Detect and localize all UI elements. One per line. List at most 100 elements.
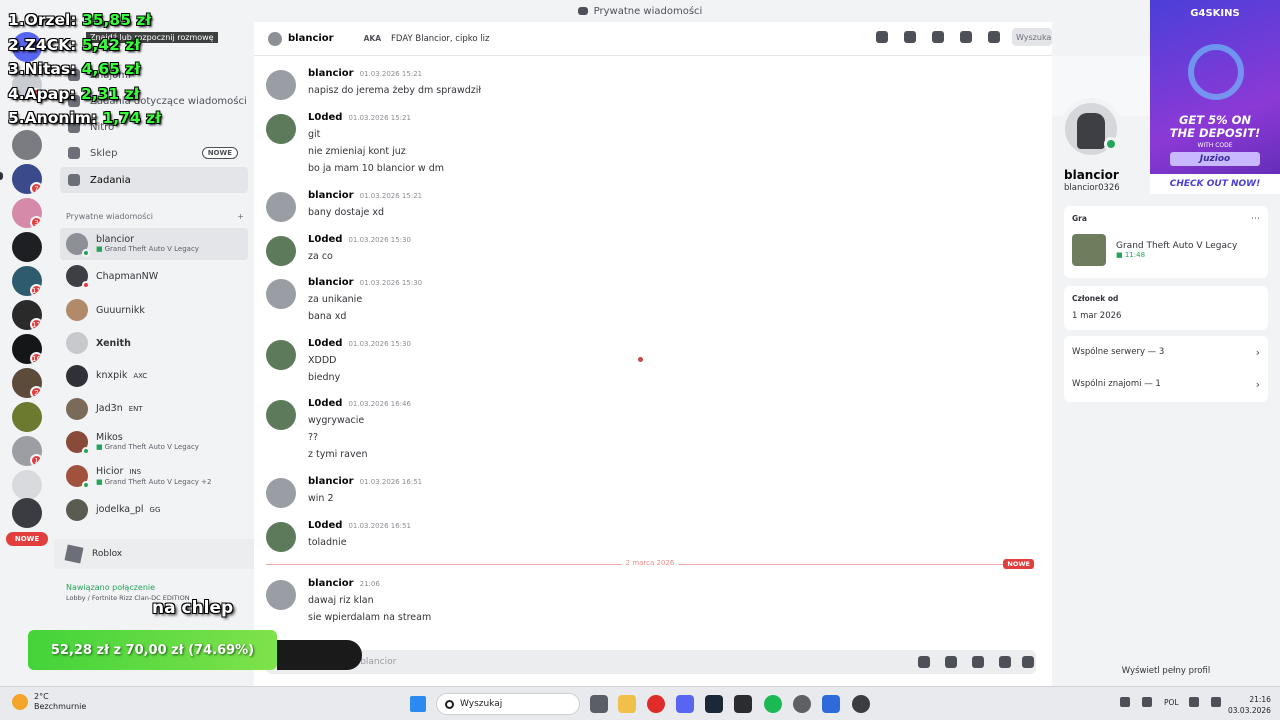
message-author[interactable]: L0ded [308,398,342,409]
dm-item[interactable]: Guuurnikk [60,294,248,326]
message: L0ded 01.03.2026 15:21 git nie zmieniaj kon… [266,112,1026,177]
profile-avatar[interactable] [1060,98,1122,160]
network-icon[interactable] [1188,697,1199,707]
emoji-icon[interactable] [999,656,1011,668]
dm-item[interactable]: Hicior INS ■ Grand Theft Auto V Legacy +2 [60,460,248,492]
server-icon[interactable]: 1 [12,436,42,466]
message-author[interactable]: blancior [308,578,354,589]
server-icon[interactable] [12,232,42,262]
activity-panel[interactable]: Roblox [54,539,254,569]
window-titlebar: Prywatne wiadomości [0,0,1280,22]
donor-name: 1.Orzel: [8,11,77,29]
create-dm-button[interactable]: + [237,212,244,221]
taskbar-search[interactable]: Wyszukaj [436,693,580,715]
app-icon[interactable] [734,695,752,713]
message-author[interactable]: L0ded [308,520,342,531]
sponsor-ad[interactable]: G4SKINS GET 5% ON THE DEPOSIT! WITH CODE … [1150,0,1280,194]
weather-widget[interactable]: 2°C Bezchmurnie [12,692,86,712]
server-icon[interactable]: 3 [12,198,42,228]
apps-icon[interactable] [1022,656,1034,668]
message-timestamp: 01.03.2026 16:51 [348,522,411,530]
message-author[interactable]: L0ded [308,112,342,123]
mutual-servers-link[interactable]: Wspólne serwery — 3 › [1064,336,1268,368]
gamepad-icon: ■ [96,245,103,253]
obs-icon[interactable] [852,695,870,713]
chat-header: blancior AKA FDAY Blancior, cipko liz Wy… [254,22,1052,56]
mutual-friends-link[interactable]: Wspólni znajomi — 1 › [1064,368,1268,400]
message-input[interactable]: Wyślij na @blancior [266,650,1036,674]
server-icon[interactable]: 16 [12,334,42,364]
dm-item[interactable]: knxpik AXC [60,360,248,392]
call-icon[interactable] [876,31,888,43]
donor-amount: 5,42 zł [81,35,141,54]
message: L0ded 01.03.2026 16:46 wygrywacie?? z tymi … [266,398,1026,463]
taskbar-clock[interactable]: 21:16 03.03.2026 [1228,694,1271,716]
profile-toggle-icon[interactable] [988,31,1000,43]
dm-item[interactable]: jodelka_pl GG [60,494,248,526]
message-author[interactable]: blancior [308,277,354,288]
avatar [66,233,90,257]
message-author[interactable]: blancior [308,476,354,487]
video-icon[interactable] [904,31,916,43]
activity-card-header: Gra ⋯ [1072,214,1260,224]
sticker-icon[interactable] [972,656,984,668]
avatar [266,580,296,610]
message: blancior 01.03.2026 15:30 za unikanie bana … [266,277,1026,325]
server-icon[interactable]: 11 [12,266,42,296]
message-author[interactable]: blancior [308,190,354,201]
search-input[interactable]: Wyszuka [1012,28,1052,46]
microphone-icon[interactable] [1142,697,1152,707]
server-icon[interactable]: 2 [12,368,42,398]
avatar [266,279,296,309]
gif-icon[interactable] [945,656,957,668]
task-view-icon[interactable] [590,695,608,713]
server-icon[interactable] [12,402,42,432]
dm-item[interactable]: Jad3n ENT [60,393,248,425]
message-author[interactable]: L0ded [308,234,342,245]
dm-item[interactable]: ChapmanNW [60,260,248,292]
gift-icon[interactable] [918,656,930,668]
language-indicator[interactable]: POL [1164,698,1179,707]
online-status [1104,137,1118,151]
discord-icon[interactable] [676,695,694,713]
avatar [66,499,88,521]
add-friends-icon[interactable] [960,31,972,43]
server-icon[interactable] [12,498,42,528]
opera-icon[interactable] [647,695,665,713]
pin-icon[interactable] [932,31,944,43]
server-icon[interactable] [12,470,42,500]
ad-cta-button[interactable]: CHECK OUT NOW! [1150,174,1280,194]
more-icon[interactable]: ⋯ [1251,214,1260,224]
message-text: z tymi raven [308,449,368,460]
file-explorer-icon[interactable] [618,695,636,713]
app-icon[interactable] [822,695,840,713]
clan-tag: INS [129,467,142,476]
dm-item[interactable]: blancior ■ Grand Theft Auto V Legacy [60,228,248,260]
donor-amount: 35,85 zł [81,11,152,29]
message-timestamp: 01.03.2026 15:21 [359,70,423,78]
dm-item[interactable]: Xenith [60,327,248,359]
server-icon[interactable]: 11 [12,300,42,330]
message-author[interactable]: blancior [308,68,354,79]
donor-amount: 2,31 zł [80,84,140,103]
chevron-up-icon[interactable] [1120,697,1130,707]
spotify-icon[interactable] [764,695,782,713]
game-elapsed: ■ 11:48 [1116,251,1237,259]
view-full-profile-link[interactable]: Wyświetl pełny profil [1052,666,1280,676]
steam-icon[interactable] [705,695,723,713]
message-author[interactable]: L0ded [308,338,342,349]
dm-item[interactable]: Mikos ■ Grand Theft Auto V Legacy [60,426,248,458]
taskbar-search-label: Wyszukaj [460,699,503,709]
server-icon[interactable] [12,130,42,160]
volume-icon[interactable] [1210,697,1221,707]
activity-game: Grand Theft Auto V Legacy ■ 11:48 [1072,234,1260,266]
nav-shop[interactable]: Sklep NOWE [60,140,248,166]
online-status [82,481,90,489]
nav-quests[interactable]: Zadania [60,167,248,193]
server-icon[interactable]: 7 [12,164,42,194]
dm-activity-text: Grand Theft Auto V Legacy [104,245,199,253]
windows-start-icon[interactable] [410,696,426,712]
donor-amount: 4,65 zł [81,60,141,78]
leaderboard-row: 2.Z4CK: 5,42 zł [8,33,161,58]
settings-icon[interactable] [793,695,811,713]
